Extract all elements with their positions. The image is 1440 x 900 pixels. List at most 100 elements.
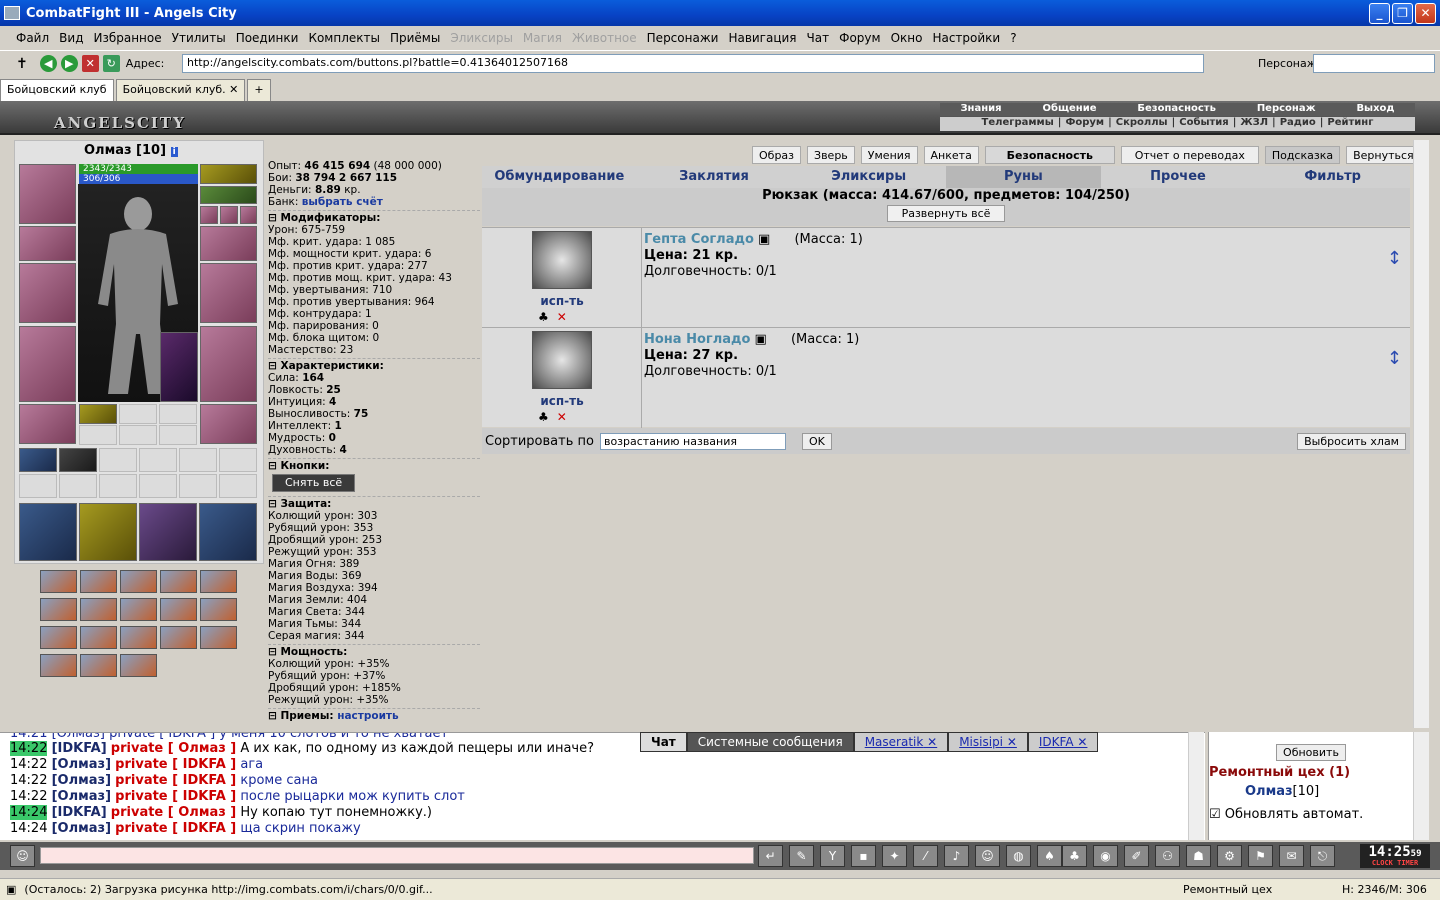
chat-private[interactable]: private [ Олмаз ] xyxy=(111,805,236,820)
rune-icon[interactable] xyxy=(532,231,592,289)
top-button[interactable]: Вернуться xyxy=(1346,146,1421,164)
eraser-icon[interactable]: ✎ xyxy=(789,845,814,867)
room-scrollbar[interactable] xyxy=(1413,732,1429,840)
spell-icon[interactable] xyxy=(40,598,77,621)
chat-time[interactable]: 14:22 xyxy=(10,741,48,756)
bag-slot-4[interactable] xyxy=(199,503,257,561)
more-header[interactable]: ⊟ Приемы: настроить xyxy=(268,708,480,722)
chat-time[interactable]: 14:22 xyxy=(10,789,48,804)
submenu-item[interactable]: Телеграммы xyxy=(982,117,1054,131)
scroll-slot-12[interactable] xyxy=(219,474,257,498)
submenu-item[interactable]: Форум xyxy=(1065,117,1104,131)
category-tab[interactable]: Обмундирование xyxy=(482,166,637,188)
spell-icon[interactable] xyxy=(200,626,237,649)
chars-header[interactable]: ⊟ Характеристики: xyxy=(268,358,480,372)
top-button[interactable]: Безопасность xyxy=(984,146,1115,164)
chat-private[interactable]: private [ Олмаз ] xyxy=(111,741,236,756)
weapon-slot[interactable] xyxy=(19,263,76,323)
menu-item[interactable]: Персонажи xyxy=(647,31,719,45)
submenu-item[interactable]: ЖЗЛ xyxy=(1240,117,1268,131)
map-icon[interactable]: ◍ xyxy=(1006,845,1031,867)
close-button[interactable]: ✕ xyxy=(1415,3,1436,24)
chat-time[interactable]: 14:24 xyxy=(10,821,48,836)
extra-slot-3[interactable] xyxy=(159,404,197,424)
item-name[interactable]: Гепта Согладо xyxy=(644,232,754,247)
spell-icon[interactable] xyxy=(80,654,117,677)
extra-slot-4[interactable] xyxy=(79,425,117,445)
ring3-slot[interactable] xyxy=(240,206,257,224)
friends-icon[interactable]: ⚑ xyxy=(1248,845,1273,867)
close-tab-icon[interactable]: ✕ xyxy=(923,735,937,749)
menu-item[interactable]: Эликсиры xyxy=(450,31,513,45)
modifiers-header[interactable]: ⊟ Модификаторы: xyxy=(268,210,480,224)
pet-slot[interactable] xyxy=(160,332,198,402)
tab-fightclub-2[interactable]: Бойцовский клуб. ✕ xyxy=(115,79,246,101)
top-button[interactable]: Умения xyxy=(860,146,918,164)
armor-icon[interactable]: ☗ xyxy=(1186,845,1211,867)
pin-icon[interactable]: ✝ xyxy=(16,56,28,72)
chat-private[interactable]: private [ IDKFA ] xyxy=(115,789,236,804)
top-button[interactable]: Отчет о переводах xyxy=(1120,146,1259,164)
category-tab[interactable]: Фильтр xyxy=(1255,166,1410,188)
buttons-header[interactable]: ⊟ Кнопки: xyxy=(268,458,480,472)
back-icon[interactable]: ◀ xyxy=(39,55,57,72)
main-scrollbar[interactable] xyxy=(1413,140,1429,728)
tab-fightclub-1[interactable]: Бойцовский клуб xyxy=(0,79,114,101)
info-icon[interactable]: i xyxy=(170,147,178,157)
use-link[interactable]: исп-ть xyxy=(482,294,642,308)
undress-button[interactable]: Снять всё xyxy=(272,474,356,492)
spell-icon[interactable] xyxy=(120,570,157,593)
extra-slot-5[interactable] xyxy=(119,425,157,445)
mail-icon[interactable]: ✉ xyxy=(1279,845,1304,867)
more-link[interactable]: настроить xyxy=(337,710,398,722)
menu-item[interactable]: Навигация xyxy=(728,31,796,45)
chat-scrollbar[interactable] xyxy=(1188,732,1204,840)
use-link[interactable]: исп-ть xyxy=(482,394,642,408)
ring1-slot[interactable] xyxy=(200,206,218,224)
amulet-slot[interactable] xyxy=(200,186,257,204)
pants-slot[interactable] xyxy=(200,326,257,402)
spell-icon[interactable] xyxy=(160,570,197,593)
bracers-slot[interactable] xyxy=(19,226,76,261)
belt-slot[interactable] xyxy=(19,404,76,444)
forward-icon[interactable]: ▶ xyxy=(60,55,78,72)
scroll-slot-5[interactable] xyxy=(179,448,217,472)
exit-icon[interactable]: ⎋ xyxy=(1310,845,1335,867)
spell-icon[interactable] xyxy=(40,654,77,677)
chat-input[interactable] xyxy=(40,847,754,864)
topmenu-item[interactable]: Общение xyxy=(1042,103,1096,116)
scroll-slot-3[interactable] xyxy=(99,448,137,472)
extra-slot-6[interactable] xyxy=(159,425,197,445)
close-tab-icon[interactable]: ✕ xyxy=(1003,735,1017,749)
chat-tab[interactable]: Чат xyxy=(640,732,687,752)
spell-icon[interactable] xyxy=(80,598,117,621)
chat-tab[interactable]: IDKFA ✕ xyxy=(1027,732,1099,752)
chat-nick[interactable]: [Олмаз] xyxy=(52,821,111,836)
menu-item[interactable]: Приёмы xyxy=(390,31,440,45)
scroll-slot-6[interactable] xyxy=(219,448,257,472)
bag-icon[interactable]: ♠ xyxy=(1037,845,1062,867)
chat-private[interactable]: private [ IDKFA ] xyxy=(115,773,236,788)
close-tab-icon[interactable]: ✕ xyxy=(1074,735,1087,749)
top-button[interactable]: Анкета xyxy=(923,146,979,164)
bag-slot-3[interactable] xyxy=(139,503,197,561)
category-tab[interactable]: Руны xyxy=(946,166,1101,188)
scroll-slot-10[interactable] xyxy=(139,474,177,498)
new-tab-button[interactable]: + xyxy=(247,79,271,101)
spell-icon[interactable] xyxy=(80,570,117,593)
minimize-button[interactable]: _ xyxy=(1369,3,1390,24)
category-tab[interactable]: Эликсиры xyxy=(791,166,946,188)
smile-head-icon[interactable]: ☺ xyxy=(10,845,35,867)
menu-item[interactable]: Избранное xyxy=(93,31,161,45)
menu-item[interactable]: Форум xyxy=(839,31,880,45)
speed-icon[interactable]: ⁄ xyxy=(913,845,938,867)
chat-private[interactable]: private [ IDKFA ] xyxy=(115,821,236,836)
room-user[interactable]: Олмаз[10] xyxy=(1209,784,1413,799)
topmenu-item[interactable]: Персонаж xyxy=(1257,103,1316,116)
spell-icon[interactable] xyxy=(120,626,157,649)
spell-icon[interactable] xyxy=(200,598,237,621)
close-tab-icon[interactable]: ✕ xyxy=(229,83,238,96)
dress-icon[interactable]: ♣ xyxy=(538,310,549,324)
gold-icon[interactable]: ◉ xyxy=(1093,845,1118,867)
menu-item[interactable]: Поединки xyxy=(236,31,299,45)
